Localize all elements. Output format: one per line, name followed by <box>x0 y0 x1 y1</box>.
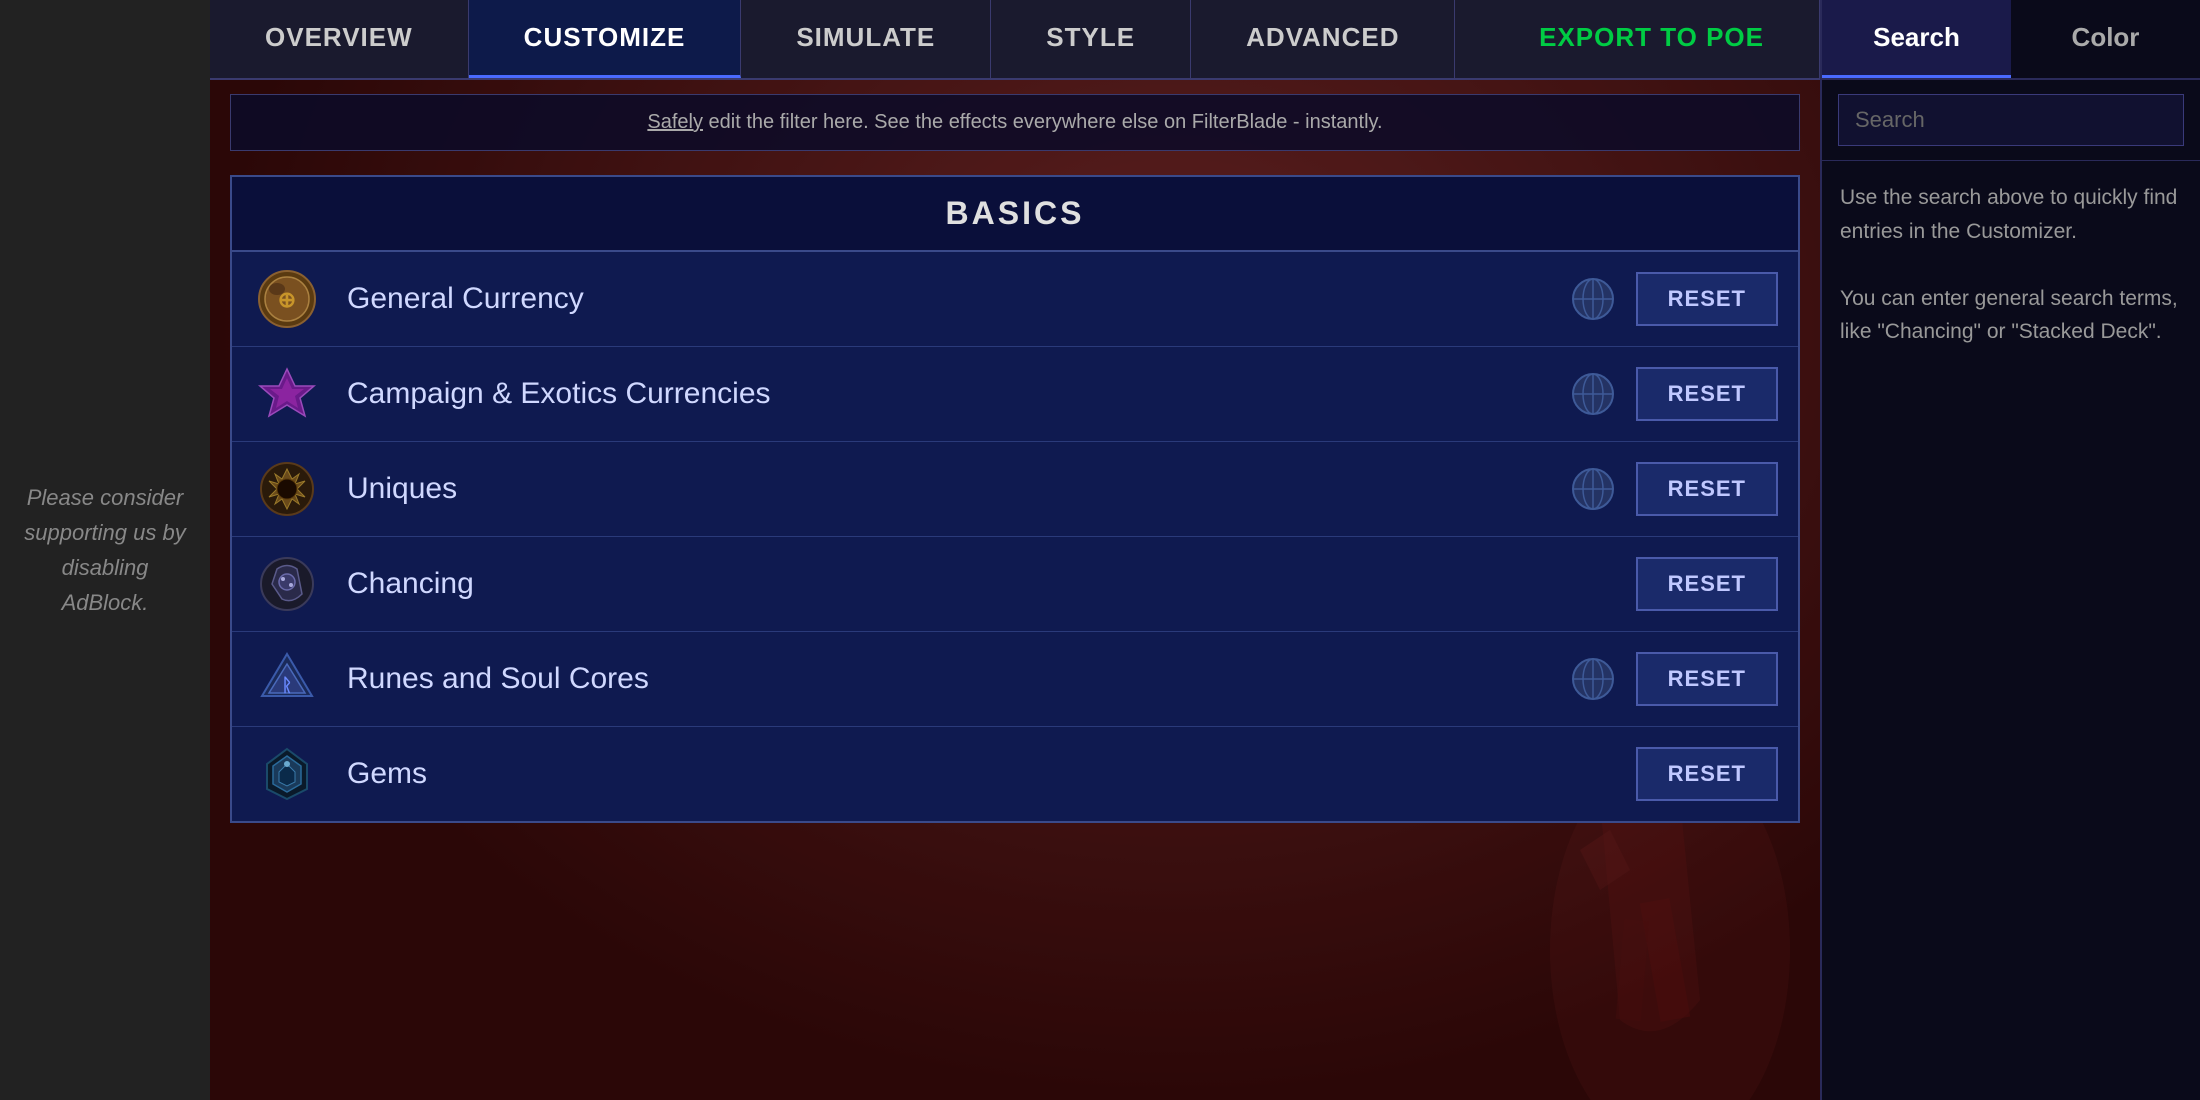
chancing-reset-button[interactable]: RESET <box>1636 557 1778 611</box>
campaign-exotics-globe-icon[interactable] <box>1568 369 1618 419</box>
uniques-globe-icon[interactable] <box>1568 464 1618 514</box>
main-content: OVERVIEW CUSTOMIZE SIMULATE STYLE ADVANC… <box>210 0 1820 1100</box>
left-sidebar: Please consider supporting us by disabli… <box>0 0 210 1100</box>
info-text: Safely edit the filter here. See the eff… <box>647 111 1382 133</box>
runes-soul-cores-label: Runes and Soul Cores <box>347 662 1568 696</box>
runes-soul-cores-actions: RESET <box>1568 652 1778 706</box>
tab-advanced[interactable]: ADVANCED <box>1191 0 1455 78</box>
gems-label: Gems <box>347 757 1636 791</box>
uniques-icon <box>252 454 322 524</box>
filter-item-gems[interactable]: Gems RESET <box>232 727 1798 821</box>
info-bar: Safely edit the filter here. See the eff… <box>230 94 1800 151</box>
campaign-exotics-reset-button[interactable]: RESET <box>1636 367 1778 421</box>
uniques-label: Uniques <box>347 472 1568 506</box>
filter-item-runes-soul-cores[interactable]: ᚱ Runes and Soul Cores RESET <box>232 632 1798 727</box>
general-currency-label: General Currency <box>347 282 1568 316</box>
chancing-actions: RESET <box>1636 557 1778 611</box>
right-panel: Search Color Use the search above to qui… <box>1820 0 2200 1100</box>
tab-search[interactable]: Search <box>1822 0 2011 78</box>
uniques-reset-button[interactable]: RESET <box>1636 462 1778 516</box>
tab-color[interactable]: Color <box>2011 0 2200 78</box>
filter-item-general-currency[interactable]: ⊕ General Currency RESET <box>232 252 1798 347</box>
campaign-exotics-icon <box>252 359 322 429</box>
runes-soul-cores-globe-icon[interactable] <box>1568 654 1618 704</box>
right-tabs: Search Color <box>1822 0 2200 80</box>
search-input[interactable] <box>1838 94 2184 146</box>
tab-simulate[interactable]: SIMULATE <box>741 0 991 78</box>
tab-overview[interactable]: OVERVIEW <box>210 0 469 78</box>
filter-item-campaign-exotics[interactable]: Campaign & Exotics Currencies RESET <box>232 347 1798 442</box>
tab-export[interactable]: EXPORT TO POE <box>1484 0 1820 78</box>
general-currency-icon: ⊕ <box>252 264 322 334</box>
search-input-wrap <box>1822 80 2200 161</box>
tab-style[interactable]: STYLE <box>991 0 1191 78</box>
runes-soul-cores-reset-button[interactable]: RESET <box>1636 652 1778 706</box>
basics-section: BASICS ⊕ General Currency <box>230 175 1800 823</box>
chancing-icon <box>252 549 322 619</box>
filter-item-uniques[interactable]: Uniques RESET <box>232 442 1798 537</box>
svg-text:ᚱ: ᚱ <box>282 675 293 695</box>
campaign-exotics-actions: RESET <box>1568 367 1778 421</box>
gems-actions: RESET <box>1636 747 1778 801</box>
tab-customize[interactable]: CUSTOMIZE <box>469 0 742 78</box>
gems-icon <box>252 739 322 809</box>
nav-bar: OVERVIEW CUSTOMIZE SIMULATE STYLE ADVANC… <box>210 0 1820 80</box>
general-currency-actions: RESET <box>1568 272 1778 326</box>
general-currency-globe-icon[interactable] <box>1568 274 1618 324</box>
basics-header: BASICS <box>232 177 1798 252</box>
gems-reset-button[interactable]: RESET <box>1636 747 1778 801</box>
campaign-exotics-label: Campaign & Exotics Currencies <box>347 377 1568 411</box>
search-help-text: Use the search above to quickly find ent… <box>1822 161 2200 369</box>
runes-soul-cores-icon: ᚱ <box>252 644 322 714</box>
chancing-label: Chancing <box>347 567 1636 601</box>
filter-item-chancing[interactable]: Chancing RESET <box>232 537 1798 632</box>
adblock-message: Please consider supporting us by disabli… <box>20 480 190 621</box>
uniques-actions: RESET <box>1568 462 1778 516</box>
general-currency-reset-button[interactable]: RESET <box>1636 272 1778 326</box>
